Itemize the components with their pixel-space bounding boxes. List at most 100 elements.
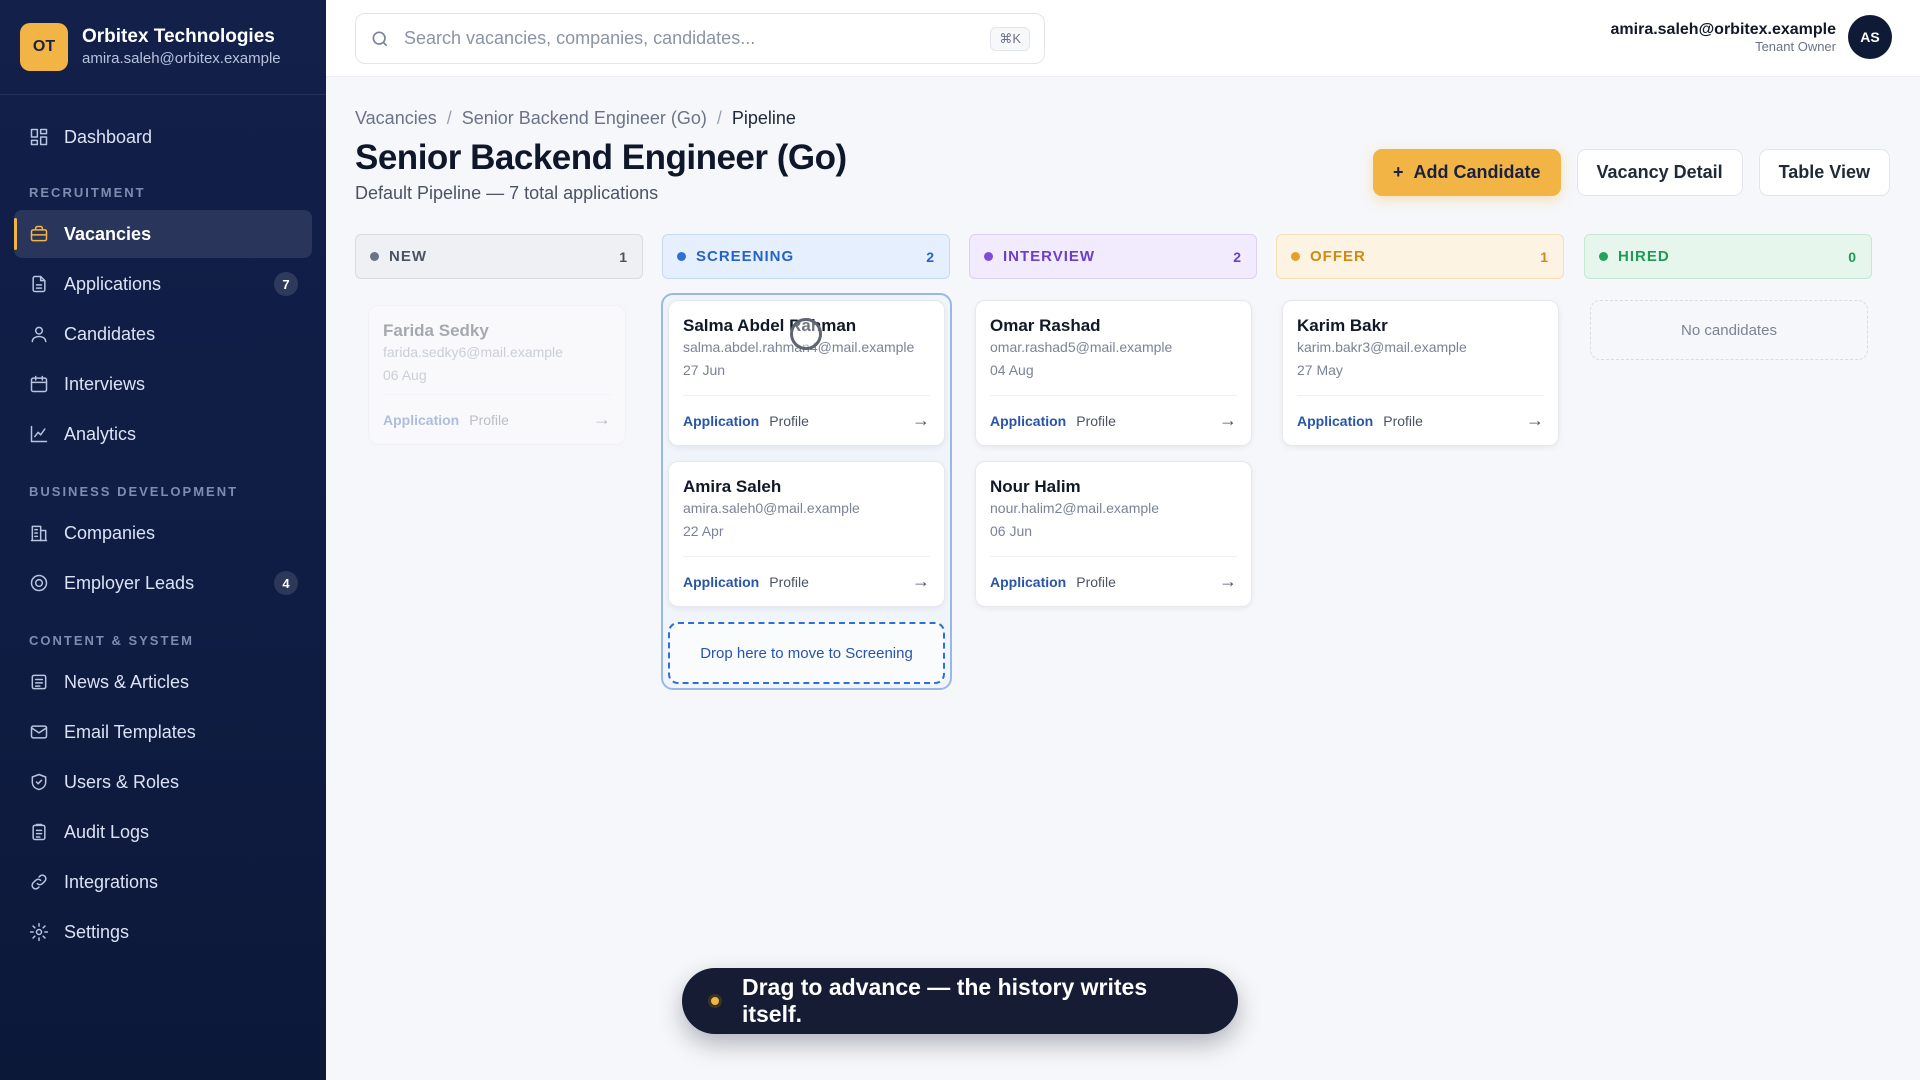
candidate-card-amira[interactable]: Amira Saleh amira.saleh0@mail.example 22… bbox=[668, 461, 945, 607]
drag-cursor-icon bbox=[790, 318, 822, 350]
sidebar-item-label: Applications bbox=[64, 273, 162, 294]
candidate-card-karim[interactable]: Karim Bakr karim.bakr3@mail.example 27 M… bbox=[1282, 300, 1559, 446]
column-label: HIRED bbox=[1618, 248, 1670, 265]
status-dot bbox=[1599, 252, 1608, 261]
sidebar-item-analytics[interactable]: Analytics bbox=[14, 410, 312, 458]
avatar[interactable]: AS bbox=[1848, 15, 1892, 59]
add-candidate-button[interactable]: + Add Candidate bbox=[1373, 149, 1561, 196]
arrow-right-icon[interactable]: → bbox=[912, 571, 930, 592]
sidebar-item-users-roles[interactable]: Users & Roles bbox=[14, 758, 312, 806]
sidebar-item-label: Analytics bbox=[64, 423, 137, 444]
profile-link[interactable]: Profile bbox=[1383, 413, 1423, 429]
candidate-date: 06 Aug bbox=[383, 367, 427, 383]
column-count: 0 bbox=[1848, 248, 1857, 265]
sidebar-item-label: Integrations bbox=[64, 871, 159, 892]
sidebar-nav: Dashboard RECRUITMENT Vacancies Applicat… bbox=[0, 95, 326, 956]
column-count: 2 bbox=[1233, 248, 1242, 265]
application-link[interactable]: Application bbox=[383, 412, 459, 428]
sidebar-item-integrations[interactable]: Integrations bbox=[14, 858, 312, 906]
sidebar-item-interviews[interactable]: Interviews bbox=[14, 360, 312, 408]
hired-empty-state: No candidates bbox=[1590, 300, 1868, 360]
sidebar-item-email-templates[interactable]: Email Templates bbox=[14, 708, 312, 756]
breadcrumb-separator: / bbox=[446, 108, 452, 128]
vacancy-detail-button[interactable]: Vacancy Detail bbox=[1576, 149, 1743, 196]
arrow-right-icon[interactable]: → bbox=[593, 409, 611, 430]
breadcrumb-separator: / bbox=[716, 108, 722, 128]
sidebar-item-vacancies[interactable]: Vacancies bbox=[14, 210, 312, 258]
sidebar-item-employer-leads[interactable]: Employer Leads 4 bbox=[14, 559, 312, 607]
nav-section-bizdev: BUSINESS DEVELOPMENT bbox=[29, 484, 239, 499]
candidate-card-farida-ghost[interactable]: Farida Sedky farida.sedky6@mail.example … bbox=[368, 305, 626, 445]
shield-icon bbox=[28, 771, 50, 793]
arrow-right-icon[interactable]: → bbox=[1219, 571, 1237, 592]
candidate-date: 27 May bbox=[1297, 362, 1343, 378]
search-placeholder: Search vacancies, companies, candidates.… bbox=[404, 28, 756, 48]
column-new: NEW 1 bbox=[355, 234, 643, 279]
add-candidate-label: Add Candidate bbox=[1413, 162, 1541, 182]
candidate-date: 04 Aug bbox=[990, 362, 1034, 378]
sidebar-item-label: News & Articles bbox=[64, 671, 190, 692]
sidebar-item-applications[interactable]: Applications 7 bbox=[14, 260, 312, 308]
application-link[interactable]: Application bbox=[990, 413, 1066, 429]
card-actions: Application Profile → bbox=[683, 395, 930, 445]
applications-count-badge: 7 bbox=[274, 272, 298, 296]
profile-link[interactable]: Profile bbox=[469, 412, 509, 428]
sidebar-item-candidates[interactable]: Candidates bbox=[14, 310, 312, 358]
column-header-new: NEW 1 bbox=[355, 234, 643, 279]
column-screening: SCREENING 2 bbox=[662, 234, 950, 279]
candidate-card-nour[interactable]: Nour Halim nour.halim2@mail.example 06 J… bbox=[975, 461, 1252, 607]
sidebar-item-dashboard[interactable]: Dashboard bbox=[14, 113, 312, 161]
topbar: Search vacancies, companies, candidates.… bbox=[326, 0, 1920, 77]
candidate-card-omar[interactable]: Omar Rashad omar.rashad5@mail.example 04… bbox=[975, 300, 1252, 446]
column-interview: INTERVIEW 2 bbox=[969, 234, 1257, 279]
column-header-screening: SCREENING 2 bbox=[662, 234, 950, 279]
newspaper-icon bbox=[28, 671, 50, 693]
candidate-name: Amira Saleh bbox=[683, 477, 782, 496]
org-switcher[interactable]: OT Orbitex Technologies amira.saleh@orbi… bbox=[0, 0, 326, 95]
plus-icon: + bbox=[1393, 162, 1404, 182]
candidate-email: amira.saleh0@mail.example bbox=[683, 500, 860, 516]
sidebar-item-companies[interactable]: Companies bbox=[14, 509, 312, 557]
page-title: Senior Backend Engineer (Go) bbox=[355, 138, 847, 177]
card-actions: Application Profile → bbox=[990, 556, 1237, 606]
toast-text: Drag to advance — the history writes its… bbox=[741, 974, 1148, 1027]
toast-message: Drag to advance — the history writes its… bbox=[682, 968, 1238, 1034]
arrow-right-icon[interactable]: → bbox=[1526, 410, 1544, 431]
table-view-button[interactable]: Table View bbox=[1758, 149, 1890, 196]
application-link[interactable]: Application bbox=[1297, 413, 1373, 429]
card-actions: Application Profile → bbox=[990, 395, 1237, 445]
page-subtitle: Default Pipeline — 7 total applications bbox=[355, 183, 659, 203]
application-link[interactable]: Application bbox=[683, 574, 759, 590]
breadcrumb-vacancies[interactable]: Vacancies bbox=[355, 108, 437, 129]
drop-hint[interactable]: Drop here to move to Screening bbox=[668, 622, 945, 684]
column-count: 2 bbox=[926, 248, 935, 265]
application-link[interactable]: Application bbox=[683, 413, 759, 429]
clipboard-icon bbox=[28, 821, 50, 843]
sidebar-item-audit-logs[interactable]: Audit Logs bbox=[14, 808, 312, 856]
sidebar-item-settings[interactable]: Settings bbox=[14, 908, 312, 956]
document-icon bbox=[28, 273, 50, 295]
arrow-right-icon[interactable]: → bbox=[1219, 410, 1237, 431]
sidebar-item-label: Candidates bbox=[64, 323, 156, 344]
profile-link[interactable]: Profile bbox=[769, 413, 809, 429]
arrow-right-icon[interactable]: → bbox=[912, 410, 930, 431]
gear-icon bbox=[28, 921, 50, 943]
profile-link[interactable]: Profile bbox=[1076, 574, 1116, 590]
column-header-hired: HIRED 0 bbox=[1584, 234, 1872, 279]
employer-leads-count-badge: 4 bbox=[274, 571, 298, 595]
application-link[interactable]: Application bbox=[990, 574, 1066, 590]
profile-link[interactable]: Profile bbox=[1076, 413, 1116, 429]
column-count: 1 bbox=[1540, 248, 1549, 265]
status-dot bbox=[1291, 252, 1300, 261]
user-menu[interactable]: amira.saleh@orbitex.example Tenant Owner… bbox=[1611, 15, 1892, 59]
user-email: amira.saleh@orbitex.example bbox=[1610, 20, 1836, 38]
search-input[interactable]: Search vacancies, companies, candidates.… bbox=[355, 13, 1045, 64]
breadcrumb-vacancy[interactable]: Senior Backend Engineer (Go) bbox=[462, 108, 707, 129]
calendar-icon bbox=[28, 373, 50, 395]
card-actions: Application Profile → bbox=[383, 394, 611, 444]
sidebar-item-news[interactable]: News & Articles bbox=[14, 658, 312, 706]
column-header-offer: OFFER 1 bbox=[1276, 234, 1564, 279]
building-icon bbox=[28, 522, 50, 544]
candidate-date: 06 Jun bbox=[990, 523, 1033, 539]
profile-link[interactable]: Profile bbox=[769, 574, 809, 590]
